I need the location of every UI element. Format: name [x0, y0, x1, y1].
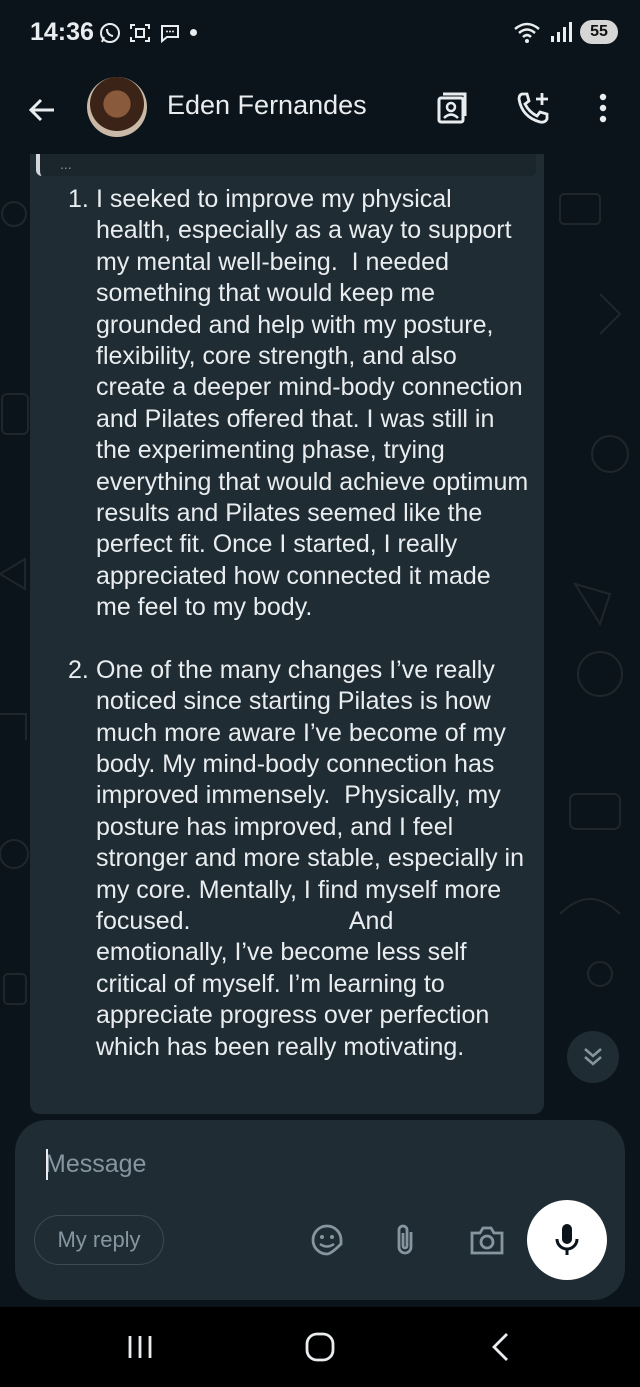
contact-avatar[interactable] [87, 77, 147, 137]
status-right: 55 [512, 20, 618, 44]
battery-indicator: 55 [580, 20, 618, 44]
signal-icon [551, 22, 572, 42]
sticker-icon [311, 1224, 343, 1256]
wifi-icon [514, 22, 540, 43]
microphone-icon [555, 1224, 579, 1255]
paperclip-icon [397, 1224, 413, 1255]
message-input[interactable] [45, 1142, 505, 1186]
double-chevron-down-icon [584, 1048, 602, 1066]
contact-card-button[interactable] [430, 86, 474, 130]
recents-button[interactable] [118, 1327, 162, 1367]
sticker-button[interactable] [305, 1218, 349, 1262]
chat-area[interactable]: ... 1. I seeked to improve my physical he… [0, 154, 640, 1116]
list-item-number: 2. [68, 655, 89, 684]
message-list-item: 1. I seeked to improve my physical health… [30, 184, 544, 624]
list-item-text: I seeked to improve my physical health, … [96, 185, 536, 622]
status-bar: 14:36 55 [0, 0, 640, 70]
attach-button[interactable] [383, 1218, 427, 1262]
recents-icon [128, 1336, 152, 1358]
more-options-button[interactable] [581, 86, 625, 130]
whatsapp-icon [100, 23, 120, 43]
text-cursor [46, 1149, 48, 1180]
message-list-item: 2. One of the many changes I’ve really no… [30, 655, 544, 1063]
message-bubble[interactable]: ... 1. I seeked to improve my physical he… [30, 154, 544, 1114]
add-call-icon [517, 92, 549, 124]
message-composer: My reply [15, 1120, 625, 1300]
back-button[interactable] [22, 90, 62, 130]
chat-bubble-icon [161, 25, 179, 44]
home-button[interactable] [298, 1327, 342, 1367]
more-vert-icon [599, 93, 607, 123]
voice-message-button[interactable] [527, 1200, 607, 1280]
scroll-to-bottom-button[interactable] [567, 1031, 619, 1083]
chevron-left-icon [492, 1333, 508, 1361]
quoted-text: ... [60, 156, 72, 172]
add-call-button[interactable] [511, 86, 555, 130]
camera-icon [470, 1226, 504, 1255]
list-item-number: 1. [68, 185, 89, 213]
arrow-back-icon [28, 98, 54, 122]
contact-name[interactable]: Eden Fernandes [167, 90, 367, 121]
message-list: 1. I seeked to improve my physical health… [30, 184, 544, 1094]
status-notification-icons [98, 21, 182, 45]
screenshot-icon [130, 24, 150, 42]
back-nav-button[interactable] [478, 1327, 522, 1367]
system-navigation-bar [0, 1307, 640, 1387]
quoted-message[interactable]: ... [36, 154, 536, 176]
chat-header: Eden Fernandes [0, 70, 640, 154]
reply-chip[interactable]: My reply [34, 1215, 164, 1265]
home-icon [305, 1332, 335, 1362]
camera-button[interactable] [465, 1218, 509, 1262]
contact-card-icon [437, 92, 467, 124]
status-dot [190, 29, 197, 36]
list-item-text: One of the many changes I’ve really noti… [96, 655, 531, 1061]
status-time: 14:36 [30, 18, 94, 46]
